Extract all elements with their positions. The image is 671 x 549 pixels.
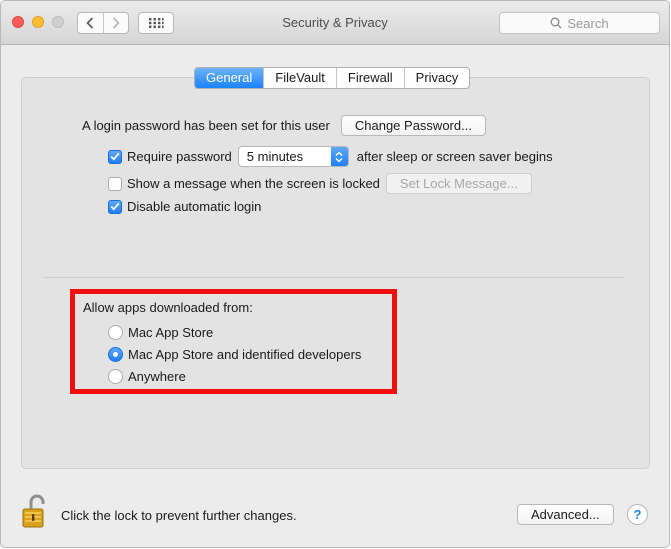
tab-privacy[interactable]: Privacy [403, 68, 470, 88]
search-placeholder: Search [567, 15, 609, 31]
require-password-suffix: after sleep or screen saver begins [356, 149, 553, 164]
require-password-label: Require password [127, 149, 232, 164]
radio-option-identified-developers[interactable]: Mac App Store and identified developers [108, 347, 361, 362]
allow-apps-heading: Allow apps downloaded from: [83, 300, 253, 315]
radio-option-mac-app-store[interactable]: Mac App Store [108, 325, 213, 340]
radio-label: Mac App Store [128, 325, 214, 340]
tab-firewall[interactable]: Firewall [335, 68, 404, 88]
require-password-row: Require password 5 minutes after sleep o… [108, 146, 553, 167]
lock-status-text: Click the lock to prevent further change… [61, 508, 297, 523]
show-message-label: Show a message when the screen is locked [127, 176, 380, 191]
tab-general[interactable]: General [195, 68, 264, 88]
set-lock-message-button[interactable]: Set Lock Message... [385, 173, 532, 194]
password-delay-select[interactable]: 5 minutes [237, 146, 349, 167]
tab-filevault[interactable]: FileVault [263, 68, 336, 88]
security-privacy-window: Security & Privacy Search General FileVa… [0, 0, 670, 548]
checkmark-icon [110, 202, 120, 211]
radio-button[interactable] [108, 325, 123, 340]
radio-label: Mac App Store and identified developers [128, 347, 362, 362]
radio-option-anywhere[interactable]: Anywhere [108, 369, 186, 384]
checkmark-icon [110, 152, 120, 161]
login-password-row: A login password has been set for this u… [82, 115, 486, 136]
radio-label: Anywhere [128, 369, 186, 384]
require-password-checkbox[interactable] [108, 149, 122, 164]
search-field[interactable]: Search [499, 12, 660, 34]
advanced-button[interactable]: Advanced... [517, 504, 614, 525]
search-icon [550, 17, 562, 29]
change-password-button[interactable]: Change Password... [340, 115, 486, 136]
show-message-row: Show a message when the screen is locked… [108, 173, 532, 194]
help-button[interactable]: ? [627, 504, 648, 525]
unlocked-padlock-icon[interactable] [21, 494, 49, 528]
radio-button[interactable] [108, 347, 123, 362]
disable-auto-login-checkbox[interactable] [108, 199, 122, 214]
disable-auto-login-row: Disable automatic login [108, 199, 261, 214]
password-delay-value: 5 minutes [246, 149, 304, 164]
tab-bar: General FileVault Firewall Privacy [194, 67, 471, 89]
radio-button[interactable] [108, 369, 123, 384]
up-down-arrows-icon [330, 147, 348, 166]
login-password-text: A login password has been set for this u… [82, 118, 330, 133]
section-divider [43, 277, 625, 278]
disable-auto-login-label: Disable automatic login [127, 199, 262, 214]
title-bar: Security & Privacy Search [1, 1, 669, 45]
show-message-checkbox[interactable] [108, 176, 122, 191]
